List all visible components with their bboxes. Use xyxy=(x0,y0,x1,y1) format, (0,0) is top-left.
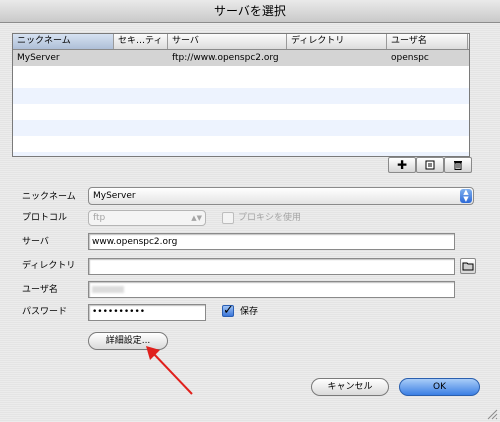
cell-server: ftp://www.openspc2.org xyxy=(172,53,279,63)
cell-directory xyxy=(287,50,291,66)
column-header-nickname[interactable]: ニックネーム xyxy=(13,34,114,49)
browse-folder-button[interactable] xyxy=(460,258,476,274)
nickname-label: ニックネーム xyxy=(22,192,76,202)
username-redacted xyxy=(92,286,124,293)
resize-grip-icon[interactable] xyxy=(486,408,498,420)
server-field[interactable] xyxy=(88,233,455,250)
table-header: ニックネーム セキ…ティ サーバ ディレクトリ ユーザ名 xyxy=(13,34,469,50)
nickname-popup[interactable]: MyServer ▲ ▼ xyxy=(88,187,474,205)
trash-icon xyxy=(454,161,462,170)
username-label: ユーザ名 xyxy=(22,285,58,295)
protocol-value: ftp xyxy=(93,213,106,223)
empty-row xyxy=(13,120,469,136)
protocol-label: プロトコル xyxy=(22,213,68,223)
username-field[interactable] xyxy=(88,281,455,298)
column-header-security[interactable]: セキ…ティ xyxy=(114,34,168,49)
cell-username: openspc xyxy=(391,53,429,63)
folder-icon xyxy=(462,262,474,271)
server-label: サーバ xyxy=(22,237,49,247)
proxy-checkbox[interactable] xyxy=(222,212,234,224)
server-table[interactable]: ニックネーム セキ…ティ サーバ ディレクトリ ユーザ名 MyServer ft… xyxy=(12,33,470,157)
password-label: パスワード xyxy=(22,307,68,317)
directory-field[interactable] xyxy=(88,258,455,275)
password-field[interactable]: •••••••••• xyxy=(88,304,206,321)
edit-icon xyxy=(425,160,435,170)
column-header-username[interactable]: ユーザ名 xyxy=(387,34,468,49)
annotation-arrow xyxy=(146,346,193,395)
window-title: サーバを選択 xyxy=(0,0,500,23)
edit-server-button[interactable] xyxy=(416,157,444,173)
delete-server-button[interactable] xyxy=(444,157,472,173)
protocol-popup[interactable]: ftp ▲▼ xyxy=(88,210,206,226)
save-label: 保存 xyxy=(240,307,259,317)
cell-nickname: MyServer xyxy=(17,53,60,63)
plus-icon: ✚ xyxy=(396,158,408,172)
empty-row xyxy=(13,88,469,104)
column-header-directory[interactable]: ディレクトリ xyxy=(287,34,387,49)
proxy-label: プロキシを使用 xyxy=(238,213,302,223)
table-row[interactable]: MyServer ftp://www.openspc2.org openspc xyxy=(13,50,469,66)
save-checkbox[interactable]: ✓ xyxy=(222,304,234,317)
popup-arrows-icon: ▲ ▼ xyxy=(460,189,472,203)
add-server-button[interactable]: ✚ xyxy=(388,157,416,173)
nickname-value: MyServer xyxy=(93,191,136,201)
ok-button[interactable]: OK xyxy=(399,378,480,396)
directory-label: ディレクトリ xyxy=(22,261,76,271)
column-header-server[interactable]: サーバ xyxy=(168,34,287,49)
cancel-button[interactable]: キャンセル xyxy=(311,378,389,396)
stepper-arrows-icon: ▲▼ xyxy=(191,214,202,222)
cell-security xyxy=(114,50,118,66)
